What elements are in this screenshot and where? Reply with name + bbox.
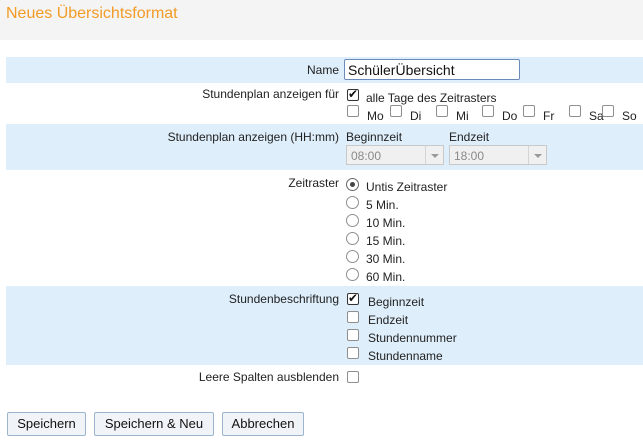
chevron-down-icon <box>425 146 443 164</box>
labeling-checkbox[interactable] <box>347 291 359 305</box>
labeling-checkbox[interactable] <box>347 311 359 323</box>
labeling-option-label: Stundenname <box>368 349 443 363</box>
day-label: Mi <box>456 109 469 123</box>
labeling-checkbox[interactable] <box>347 347 359 359</box>
page-title: Neues Übersichtsformat <box>6 5 178 22</box>
save-new-button[interactable]: Speichern & Neu <box>94 412 214 436</box>
labeling-option-label: Endzeit <box>368 313 409 327</box>
save-button[interactable]: Speichern <box>7 412 86 436</box>
raster-option-label: 5 Min. <box>366 198 399 212</box>
raster-radio[interactable] <box>346 268 359 281</box>
all-days-label: alle Tage des Zeitrasters <box>366 91 497 105</box>
day-label: So <box>622 109 637 123</box>
labeling-label: Stundenbeschriftung <box>228 292 339 306</box>
end-time-label: Endzeit <box>449 130 490 144</box>
name-row: Name <box>6 57 643 83</box>
begin-time-select[interactable]: 08:00 <box>346 145 444 165</box>
day-checkbox-fr[interactable] <box>523 105 535 117</box>
raster-radio[interactable] <box>346 178 359 191</box>
chevron-down-icon <box>528 146 546 164</box>
day-checkbox-di[interactable] <box>390 105 402 117</box>
cancel-button[interactable]: Abbrechen <box>222 412 304 436</box>
end-time-value: 18:00 <box>454 149 485 163</box>
raster-option-label: 60 Min. <box>366 270 406 284</box>
labeling-option-label: Stundennummer <box>368 331 457 345</box>
day-label: Fr <box>543 109 555 123</box>
end-time-select[interactable]: 18:00 <box>449 145 547 165</box>
raster-radio[interactable] <box>346 232 359 245</box>
labeling-checkbox[interactable] <box>347 329 359 341</box>
page-header: Neues Übersichtsformat <box>0 0 643 40</box>
begin-time-label: Beginnzeit <box>346 130 403 144</box>
show-time-label: Stundenplan anzeigen (HH:mm) <box>167 130 339 144</box>
show-for-label: Stundenplan anzeigen für <box>202 87 339 101</box>
raster-option-label: 15 Min. <box>366 234 406 248</box>
raster-radio[interactable] <box>346 196 359 209</box>
labeling-row: Stundenbeschriftung Beginnzeit Endzeit Stu… <box>6 286 643 365</box>
raster-radio[interactable] <box>346 250 359 263</box>
day-checkbox-mo[interactable] <box>347 105 359 117</box>
raster-label: Zeitraster <box>288 176 339 190</box>
labeling-option-label: Beginnzeit <box>368 295 425 309</box>
raster-option-label: 10 Min. <box>366 216 406 230</box>
day-checkbox-so[interactable] <box>602 105 614 117</box>
name-input[interactable] <box>344 59 520 80</box>
show-time-row: Stundenplan anzeigen (HH:mm) Beginnzeit … <box>6 124 643 170</box>
all-days-checkbox[interactable] <box>347 87 359 101</box>
day-checkbox-sa[interactable] <box>569 105 581 117</box>
raster-row: Zeitraster Untis Zeitraster 5 Min. 10 Min.… <box>6 170 643 286</box>
raster-radio[interactable] <box>346 214 359 227</box>
hide-empty-label: Leere Spalten ausblenden <box>198 370 339 384</box>
day-label: Di <box>410 109 422 123</box>
day-checkbox-do[interactable] <box>482 105 494 117</box>
show-for-row: Stundenplan anzeigen für alle Tage des Z… <box>6 83 643 124</box>
day-checkbox-mi[interactable] <box>436 105 448 117</box>
name-label: Name <box>306 63 339 77</box>
raster-option-label: Untis Zeitraster <box>366 180 448 194</box>
raster-option-label: 30 Min. <box>366 252 406 266</box>
day-label: Do <box>502 109 518 123</box>
hide-empty-row: Leere Spalten ausblenden <box>6 365 643 389</box>
hide-empty-checkbox[interactable] <box>347 371 359 383</box>
begin-time-value: 08:00 <box>351 149 382 163</box>
day-label: Mo <box>367 109 384 123</box>
